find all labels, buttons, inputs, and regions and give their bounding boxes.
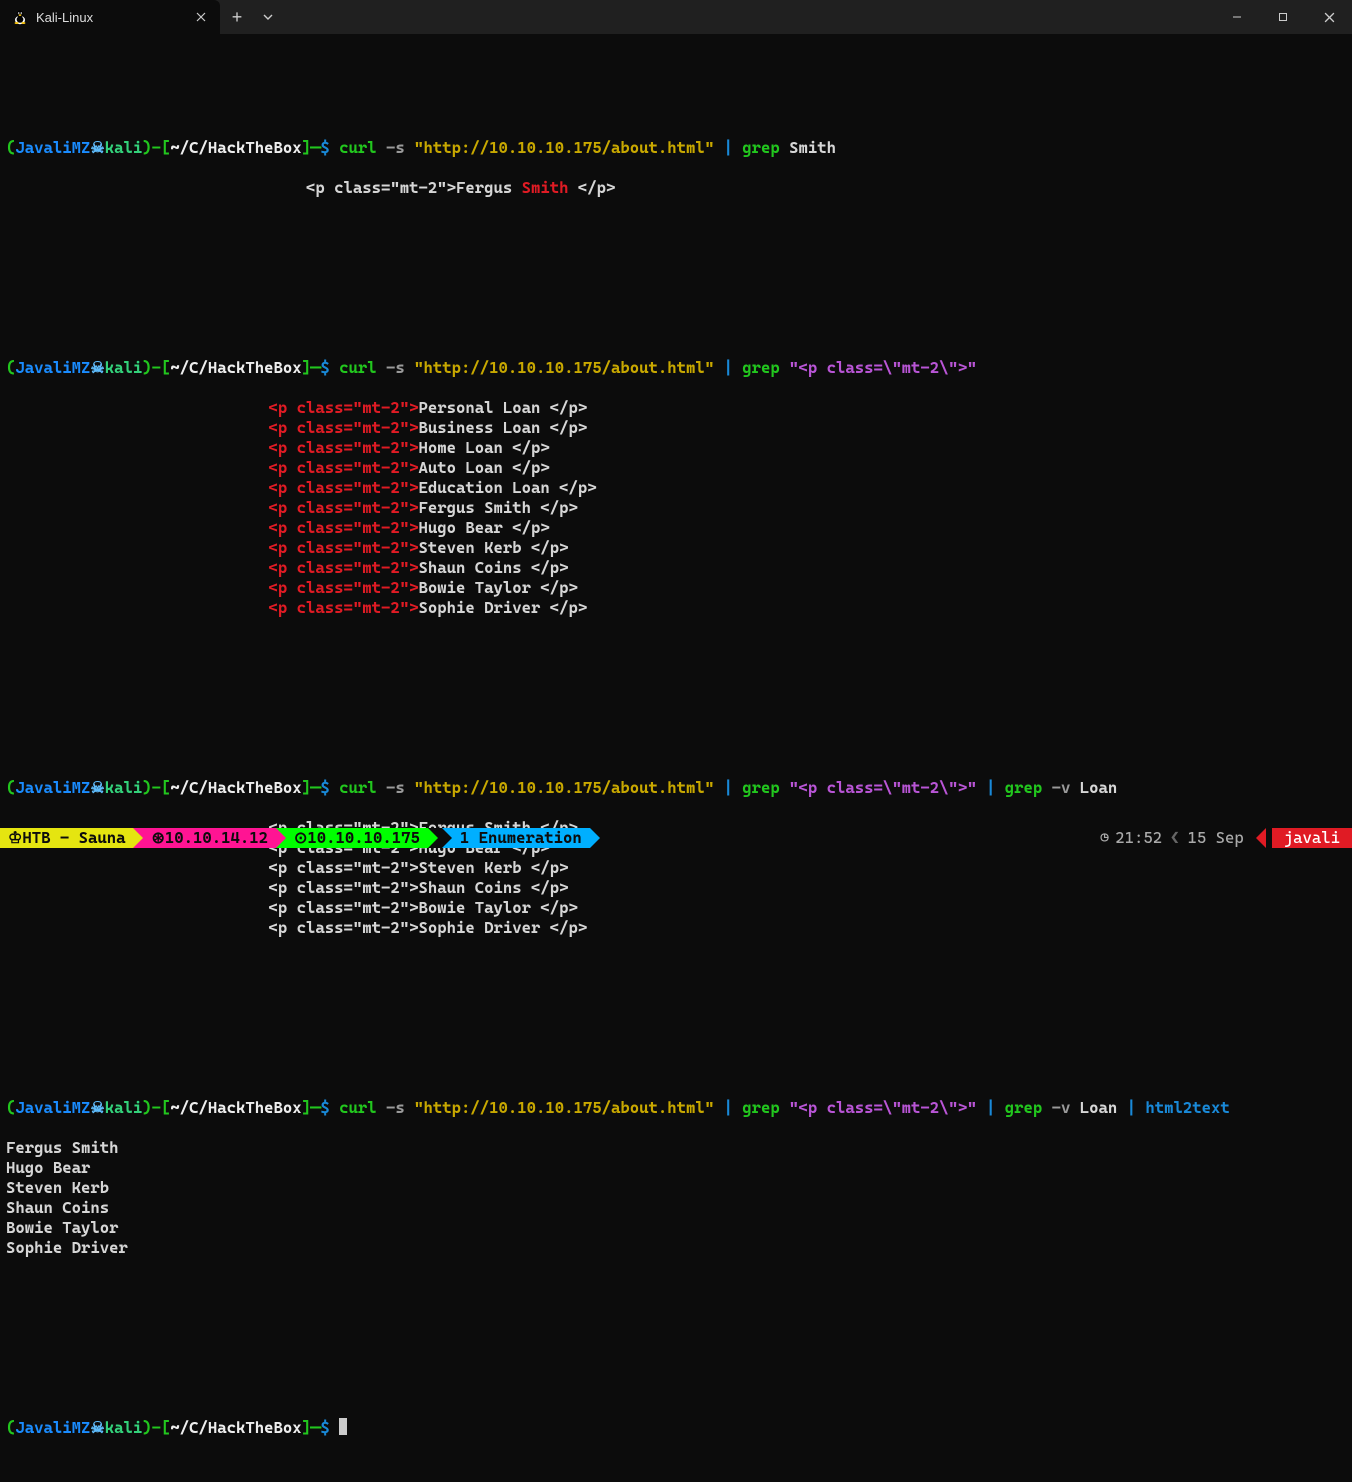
tmux-window-name[interactable]: 1 Enumeration [452, 828, 590, 848]
tmux-username: javali [1272, 828, 1352, 848]
cursor [339, 1418, 347, 1435]
terminal-body[interactable]: (JavaliMZ☠kali)-[~/C/HackTheBox]─$ curl … [0, 34, 1352, 1482]
tab-close-button[interactable] [192, 8, 210, 26]
command-output: Fergus SmithHugo BearSteven KerbShaun Co… [6, 1138, 1346, 1258]
terminal-tab[interactable]: Kali-Linux [0, 0, 220, 34]
tmux-statusbar: ♔ HTB - Sauna ⊛ 10.10.14.12 ⊙ 10.10.10.1… [0, 828, 1352, 848]
prompt-line-active[interactable]: (JavaliMZ☠kali)-[~/C/HackTheBox]─$ [6, 1418, 1346, 1438]
powerline-thin-separator-icon: ❮ [1168, 828, 1181, 848]
tmux-local-ip: ⊛ 10.10.14.12 [143, 828, 276, 848]
tux-icon [12, 9, 28, 25]
prompt-line: (JavaliMZ☠kali)-[~/C/HackTheBox]─$ curl … [6, 1098, 1346, 1118]
tmux-time: 21:52 [1115, 828, 1162, 848]
powerline-separator-icon [428, 828, 438, 848]
new-tab-button[interactable]: + [220, 0, 254, 34]
powerline-separator-icon [276, 828, 286, 848]
tmux-target-ip: ⊙ 10.10.10.175 [286, 828, 428, 848]
close-window-button[interactable] [1306, 0, 1352, 34]
tmux-session-name: ♔ HTB - Sauna [0, 828, 133, 848]
titlebar: Kali-Linux + [0, 0, 1352, 34]
powerline-separator-icon [590, 828, 600, 848]
prompt-line: (JavaliMZ☠kali)-[~/C/HackTheBox]─$ curl … [6, 778, 1346, 798]
maximize-button[interactable] [1260, 0, 1306, 34]
powerline-separator-icon [1256, 828, 1266, 848]
powerline-separator-icon [133, 828, 143, 848]
command-output: <p class="mt-2">Fergus Smith </p> [6, 178, 1346, 198]
prompt-line: (JavaliMZ☠kali)-[~/C/HackTheBox]─$ curl … [6, 138, 1346, 158]
prompt-line: (JavaliMZ☠kali)-[~/C/HackTheBox]─$ curl … [6, 358, 1346, 378]
tab-title: Kali-Linux [36, 10, 93, 25]
tab-dropdown-button[interactable] [254, 0, 282, 34]
minimize-button[interactable] [1214, 0, 1260, 34]
command-output: <p class="mt-2">Personal Loan </p> <p cl… [6, 398, 1346, 618]
tmux-date: 15 Sep [1188, 828, 1244, 848]
window-controls [1214, 0, 1352, 34]
clock-icon: ◷ [1100, 828, 1109, 848]
powerline-separator-icon [442, 828, 452, 848]
